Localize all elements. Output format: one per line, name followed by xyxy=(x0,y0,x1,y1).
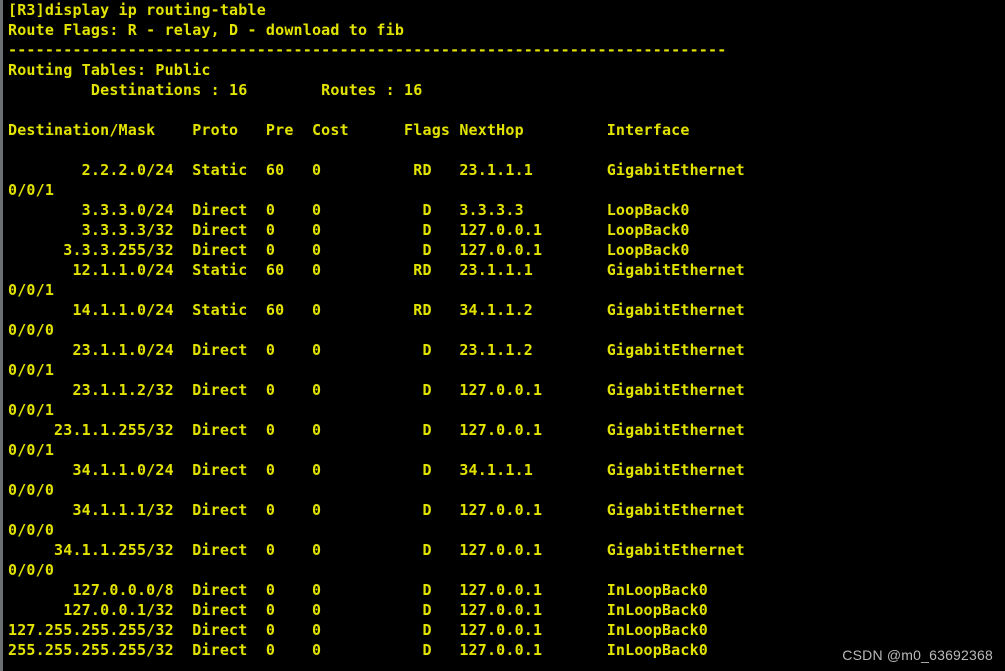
table-row: 3.3.3.255/32 Direct 0 0 D 127.0.0.1 Loop… xyxy=(8,241,690,259)
table-row: 12.1.1.0/24 Static 60 0 RD 23.1.1.1 Giga… xyxy=(8,261,745,279)
table-row: 2.2.2.0/24 Static 60 0 RD 23.1.1.1 Gigab… xyxy=(8,161,745,179)
table-row-continuation: 0/0/1 xyxy=(8,281,55,299)
table-row-continuation: 0/0/1 xyxy=(8,401,55,419)
table-row: 3.3.3.0/24 Direct 0 0 D 3.3.3.3 LoopBack… xyxy=(8,201,690,219)
table-row-continuation: 0/0/0 xyxy=(8,481,55,499)
terminal-line: Destinations : 16 Routes : 16 xyxy=(8,81,423,99)
table-row: 3.3.3.3/32 Direct 0 0 D 127.0.0.1 LoopBa… xyxy=(8,221,690,239)
table-row: 23.1.1.0/24 Direct 0 0 D 23.1.1.2 Gigabi… xyxy=(8,341,745,359)
terminal-line: [R3]display ip routing-table xyxy=(8,1,266,19)
table-row-continuation: 0/0/1 xyxy=(8,361,55,379)
table-row-continuation: 0/0/0 xyxy=(8,321,55,339)
terminal-line: Routing Tables: Public xyxy=(8,61,211,79)
watermark: CSDN @m0_63692368 xyxy=(842,647,993,663)
terminal-window[interactable]: [R3]display ip routing-table Route Flags… xyxy=(0,0,1005,671)
table-row-continuation: 0/0/0 xyxy=(8,521,55,539)
table-row: 14.1.1.0/24 Static 60 0 RD 34.1.1.2 Giga… xyxy=(8,301,745,319)
table-header-line: Destination/Mask Proto Pre Cost Flags Ne… xyxy=(8,121,690,139)
table-row: 34.1.1.0/24 Direct 0 0 D 34.1.1.1 Gigabi… xyxy=(8,461,745,479)
table-row: 23.1.1.255/32 Direct 0 0 D 127.0.0.1 Gig… xyxy=(8,421,745,439)
terminal-line: Route Flags: R - relay, D - download to … xyxy=(8,21,405,39)
table-row: 127.255.255.255/32 Direct 0 0 D 127.0.0.… xyxy=(8,621,709,639)
table-row-continuation: 0/0/1 xyxy=(8,181,55,199)
table-row: 34.1.1.1/32 Direct 0 0 D 127.0.0.1 Gigab… xyxy=(8,501,745,519)
separator-line: ----------------------------------------… xyxy=(8,41,727,59)
table-row: 23.1.1.2/32 Direct 0 0 D 127.0.0.1 Gigab… xyxy=(8,381,745,399)
table-row: 127.0.0.0/8 Direct 0 0 D 127.0.0.1 InLoo… xyxy=(8,581,709,599)
table-row-continuation: 0/0/1 xyxy=(8,441,55,459)
table-row: 127.0.0.1/32 Direct 0 0 D 127.0.0.1 InLo… xyxy=(8,601,709,619)
table-row-continuation: 0/0/0 xyxy=(8,561,55,579)
table-row: 34.1.1.255/32 Direct 0 0 D 127.0.0.1 Gig… xyxy=(8,541,745,559)
terminal-output: [R3]display ip routing-table Route Flags… xyxy=(8,0,1003,660)
